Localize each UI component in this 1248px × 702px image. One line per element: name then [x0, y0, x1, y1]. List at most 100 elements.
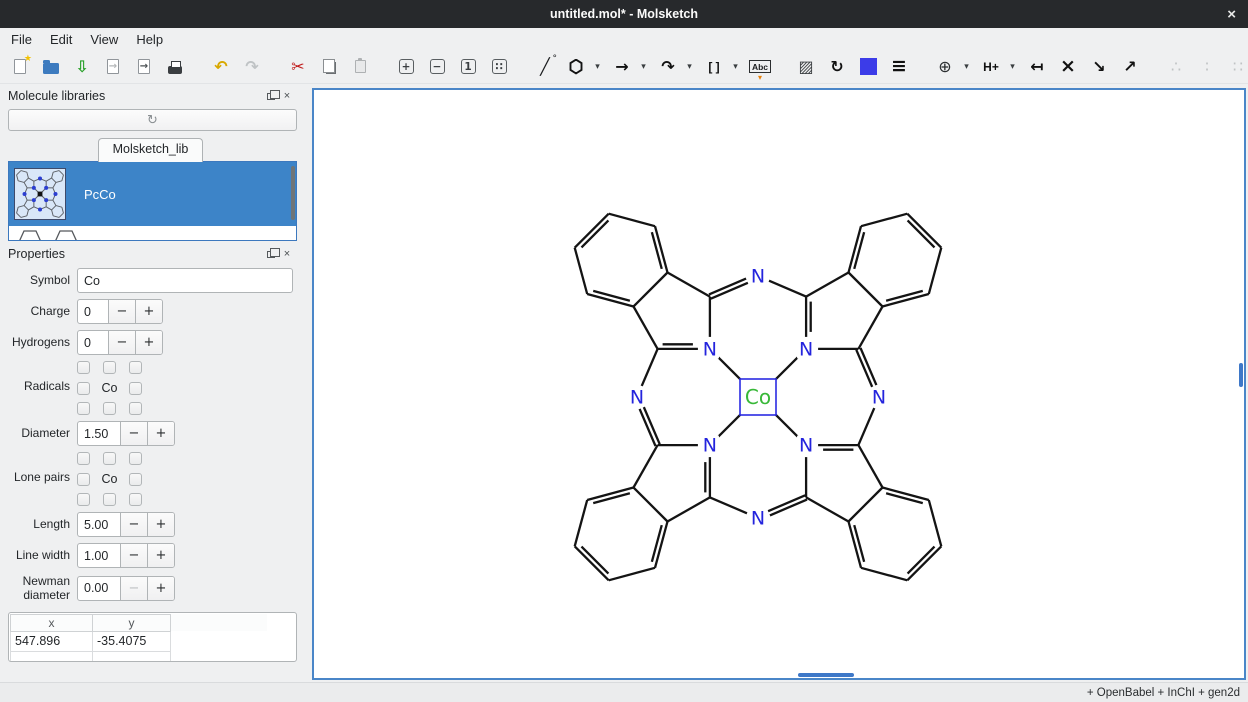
copy-button[interactable]: [317, 53, 341, 80]
atom-label-n[interactable]: N: [872, 387, 886, 409]
lone-pairs-grid-checkbox[interactable]: [77, 493, 90, 506]
radicals-grid-checkbox[interactable]: [103, 402, 116, 415]
radicals-grid-checkbox[interactable]: [77, 382, 90, 395]
atom-label-co[interactable]: Co: [745, 385, 771, 409]
diameter-spinbox[interactable]: 1.50 − +: [77, 421, 175, 446]
bracket-tool-button[interactable]: [ ]: [702, 53, 726, 80]
atom-label-n[interactable]: N: [703, 338, 717, 360]
zoom-original-button[interactable]: 1: [456, 53, 480, 80]
library-scrollbar[interactable]: [291, 166, 295, 220]
properties-panel-float-button[interactable]: [263, 247, 279, 261]
symbol-field[interactable]: Co: [77, 268, 293, 293]
library-panel-float-button[interactable]: [263, 89, 279, 103]
text-tool-button[interactable]: Abc▾: [748, 53, 772, 80]
flip-bond-up-button[interactable]: ↗: [1118, 53, 1142, 80]
delete-tool-button[interactable]: ×: [1056, 53, 1080, 80]
hydrogens-spinbox[interactable]: 0 − +: [77, 330, 163, 355]
line-width-button[interactable]: ≡: [887, 53, 911, 80]
lone-pairs-grid-checkbox[interactable]: [129, 452, 142, 465]
menu-help[interactable]: Help: [127, 30, 172, 49]
molecule-drawing[interactable]: Co N N N N N N N N: [314, 90, 1244, 678]
menu-edit[interactable]: Edit: [41, 30, 81, 49]
length-spinbox[interactable]: 5.00 − +: [77, 512, 175, 537]
hydrogens-decrement-button[interactable]: −: [108, 331, 135, 354]
atom-label-n[interactable]: N: [799, 338, 813, 360]
flip-bond-down-button[interactable]: ↘: [1087, 53, 1111, 80]
line-width-value[interactable]: 1.00: [78, 544, 120, 567]
library-panel-close-button[interactable]: ×: [279, 89, 295, 103]
diameter-increment-button[interactable]: +: [147, 422, 174, 445]
hydrogens-value[interactable]: 0: [78, 331, 108, 354]
align-tool-button[interactable]: ↤: [1025, 53, 1049, 80]
charge-tool-dropdown[interactable]: ▾: [961, 53, 972, 80]
charge-value[interactable]: 0: [78, 300, 108, 323]
lone-pairs-grid-checkbox[interactable]: [77, 452, 90, 465]
library-item-partial[interactable]: [9, 226, 296, 241]
radicals-grid-checkbox[interactable]: [77, 361, 90, 374]
radicals-grid-checkbox[interactable]: [103, 361, 116, 374]
library-refresh-button[interactable]: ↻: [8, 109, 297, 131]
dock-splitter[interactable]: [301, 84, 312, 682]
text-tool-dropdown[interactable]: ▾: [758, 73, 762, 82]
mechanism-arrow-button[interactable]: ↷: [656, 53, 680, 80]
drawing-canvas[interactable]: Co N N N N N N N N: [312, 88, 1246, 680]
ring-tool-dropdown[interactable]: ▾: [592, 53, 603, 80]
hydrogen-tool-dropdown[interactable]: ▾: [1007, 53, 1018, 80]
mechanism-arrow-dropdown[interactable]: ▾: [684, 53, 695, 80]
open-button[interactable]: [39, 53, 63, 80]
newman-diameter-spinbox[interactable]: 0.00 − +: [77, 576, 175, 601]
length-decrement-button[interactable]: −: [120, 513, 147, 536]
newman-diameter-increment-button[interactable]: +: [147, 577, 174, 600]
lone-pairs-grid-checkbox[interactable]: [129, 493, 142, 506]
coords-cell[interactable]: 547.896: [11, 631, 93, 651]
charge-increment-button[interactable]: +: [135, 300, 162, 323]
atom-label-n[interactable]: N: [703, 435, 717, 457]
radicals-grid-checkbox[interactable]: [129, 361, 142, 374]
length-increment-button[interactable]: +: [147, 513, 174, 536]
lone-pairs-grid-checkbox[interactable]: [129, 473, 142, 486]
new-file-button[interactable]: ★: [8, 53, 32, 80]
ring-tool-button[interactable]: [564, 53, 588, 80]
line-width-decrement-button[interactable]: −: [120, 544, 147, 567]
library-item-pcco[interactable]: PcCo: [9, 162, 296, 226]
zoom-out-button[interactable]: −: [425, 53, 449, 80]
lone-pairs-grid-checkbox[interactable]: [103, 493, 116, 506]
charge-spinbox[interactable]: 0 − +: [77, 299, 163, 324]
newman-diameter-value[interactable]: 0.00: [78, 577, 120, 600]
line-width-spinbox[interactable]: 1.00 − +: [77, 543, 175, 568]
canvas-hscrollbar[interactable]: [798, 673, 854, 677]
diameter-value[interactable]: 1.50: [78, 422, 120, 445]
properties-panel-close-button[interactable]: ×: [279, 247, 295, 261]
cut-button[interactable]: ✂: [286, 53, 310, 80]
diameter-decrement-button[interactable]: −: [120, 422, 147, 445]
atom-label-n[interactable]: N: [751, 266, 765, 288]
save-button[interactable]: ⇩: [70, 53, 94, 80]
draw-bond-button[interactable]: ╱°: [533, 53, 557, 80]
charge-decrement-button[interactable]: −: [108, 300, 135, 323]
lone-pairs-grid-checkbox[interactable]: [77, 473, 90, 486]
tab-molsketch-lib[interactable]: Molsketch_lib: [98, 138, 204, 162]
canvas-vscrollbar[interactable]: [1239, 363, 1243, 387]
line-width-increment-button[interactable]: +: [147, 544, 174, 567]
charge-tool-button[interactable]: ⊕: [933, 53, 957, 80]
length-value[interactable]: 5.00: [78, 513, 120, 536]
color-swatch-button[interactable]: [856, 53, 880, 80]
radicals-grid-checkbox[interactable]: [77, 402, 90, 415]
atom-label-n[interactable]: N: [799, 435, 813, 457]
selection-tool-button[interactable]: ▨: [794, 53, 818, 80]
window-close-button[interactable]: ×: [1227, 0, 1236, 28]
reaction-arrow-dropdown[interactable]: ▾: [638, 53, 649, 80]
menu-file[interactable]: File: [2, 30, 41, 49]
print-button[interactable]: [163, 53, 187, 80]
zoom-in-button[interactable]: +: [394, 53, 418, 80]
hydrogens-increment-button[interactable]: +: [135, 331, 162, 354]
undo-button[interactable]: ↶: [209, 53, 233, 80]
export-button[interactable]: →: [132, 53, 156, 80]
atom-label-n[interactable]: N: [630, 387, 644, 409]
coords-cell[interactable]: -35.4075: [93, 631, 171, 651]
atom-label-n[interactable]: N: [751, 508, 765, 530]
radicals-grid-checkbox[interactable]: [129, 402, 142, 415]
lone-pairs-grid-checkbox[interactable]: [103, 452, 116, 465]
zoom-fit-button[interactable]: ∷: [487, 53, 511, 80]
menu-view[interactable]: View: [81, 30, 127, 49]
